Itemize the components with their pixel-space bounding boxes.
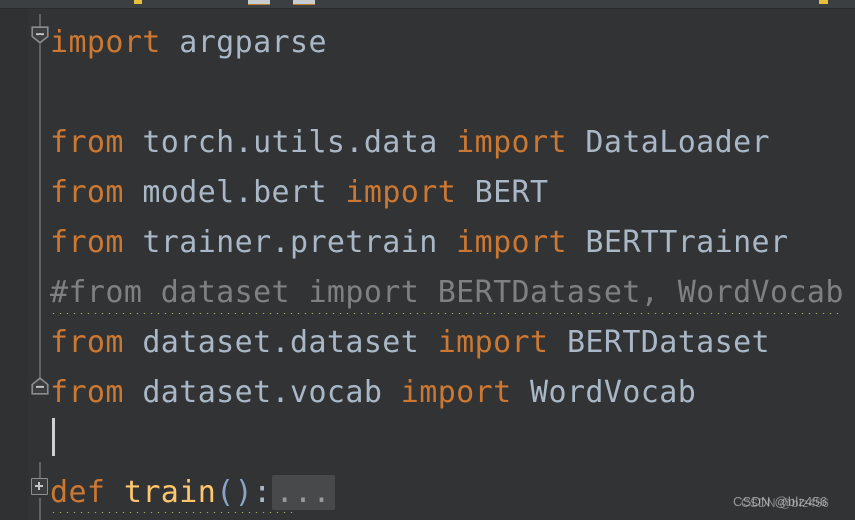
code-line-import-wordvocab-token-0: from bbox=[50, 375, 143, 410]
toolbar-mark-light-1 bbox=[248, 0, 270, 5]
code-line-import-bert-token-2: import bbox=[345, 175, 475, 210]
code-line-import-argparse[interactable]: import argparse bbox=[50, 18, 327, 68]
code-line-import-bertdataset[interactable]: from dataset.dataset import BERTDataset bbox=[50, 318, 770, 368]
editor-gutter[interactable] bbox=[0, 8, 28, 520]
plus-icon bbox=[31, 478, 48, 495]
editor-toolbar[interactable] bbox=[0, 0, 855, 9]
code-line-import-wordvocab-token-1: dataset.vocab bbox=[142, 375, 401, 410]
code-line-import-dataloader-token-3: DataLoader bbox=[585, 125, 771, 160]
code-line-import-bert-token-1: model.bert bbox=[142, 175, 346, 210]
code-line-import-argparse-token-1: argparse bbox=[179, 25, 327, 60]
code-line-import-dataloader-token-0: from bbox=[50, 125, 143, 160]
code-line-import-bert-token-0: from bbox=[50, 175, 143, 210]
code-line-import-berttrainer[interactable]: from trainer.pretrain import BERTTrainer bbox=[50, 218, 788, 268]
code-line-def-train-warning-squiggle bbox=[50, 505, 294, 513]
code-line-import-bert-token-3: BERT bbox=[474, 175, 549, 210]
fold-collapse-region-start[interactable] bbox=[31, 26, 50, 45]
fold-rail-3 bbox=[39, 498, 41, 520]
code-line-import-berttrainer-token-3: BERTTrainer bbox=[585, 225, 789, 260]
code-line-import-dataloader-token-1: torch.utils.data bbox=[142, 125, 457, 160]
code-line-import-bertdataset-token-0: from bbox=[50, 325, 143, 360]
fold-rail-1 bbox=[39, 44, 41, 389]
code-line-comment-dataset-import-warning-squiggle bbox=[50, 306, 840, 314]
fold-collapse-region-end[interactable] bbox=[31, 377, 50, 396]
code-line-import-bertdataset-token-2: import bbox=[437, 325, 567, 360]
editor-code-area[interactable]: import argparse from torch.utils.data imp… bbox=[50, 8, 855, 520]
code-line-import-berttrainer-token-1: trainer.pretrain bbox=[142, 225, 457, 260]
code-line-import-bert[interactable]: from model.bert import BERT bbox=[50, 168, 548, 218]
code-line-import-bertdataset-token-3: BERTDataset bbox=[566, 325, 771, 360]
code-line-import-wordvocab-token-3: WordVocab bbox=[530, 375, 697, 410]
toolbar-mark-yellow-right bbox=[819, 0, 828, 4]
fold-expand-function[interactable] bbox=[31, 478, 50, 497]
code-line-import-berttrainer-token-0: from bbox=[50, 225, 143, 260]
code-line-import-berttrainer-token-2: import bbox=[456, 225, 586, 260]
watermark-primary: CSDN @blz456 bbox=[733, 494, 828, 509]
code-line-import-wordvocab-token-2: import bbox=[400, 375, 531, 410]
code-line-import-wordvocab[interactable]: from dataset.vocab import WordVocab bbox=[50, 368, 696, 418]
toolbar-mark-light-2 bbox=[293, 0, 315, 5]
ide-editor-window: import argparse from torch.utils.data imp… bbox=[0, 0, 855, 520]
text-caret bbox=[52, 418, 55, 456]
code-line-import-bertdataset-token-1: dataset.dataset bbox=[142, 325, 438, 360]
code-line-import-argparse-token-0: import bbox=[50, 25, 180, 60]
code-line-import-dataloader[interactable]: from torch.utils.data import DataLoader bbox=[50, 118, 770, 168]
toolbar-mark-yellow-left bbox=[134, 0, 142, 4]
code-line-import-dataloader-token-2: import bbox=[456, 125, 586, 160]
code-line-comment-dataset-import-token-0: #from dataset import BERTDataset, WordVo… bbox=[50, 275, 844, 310]
